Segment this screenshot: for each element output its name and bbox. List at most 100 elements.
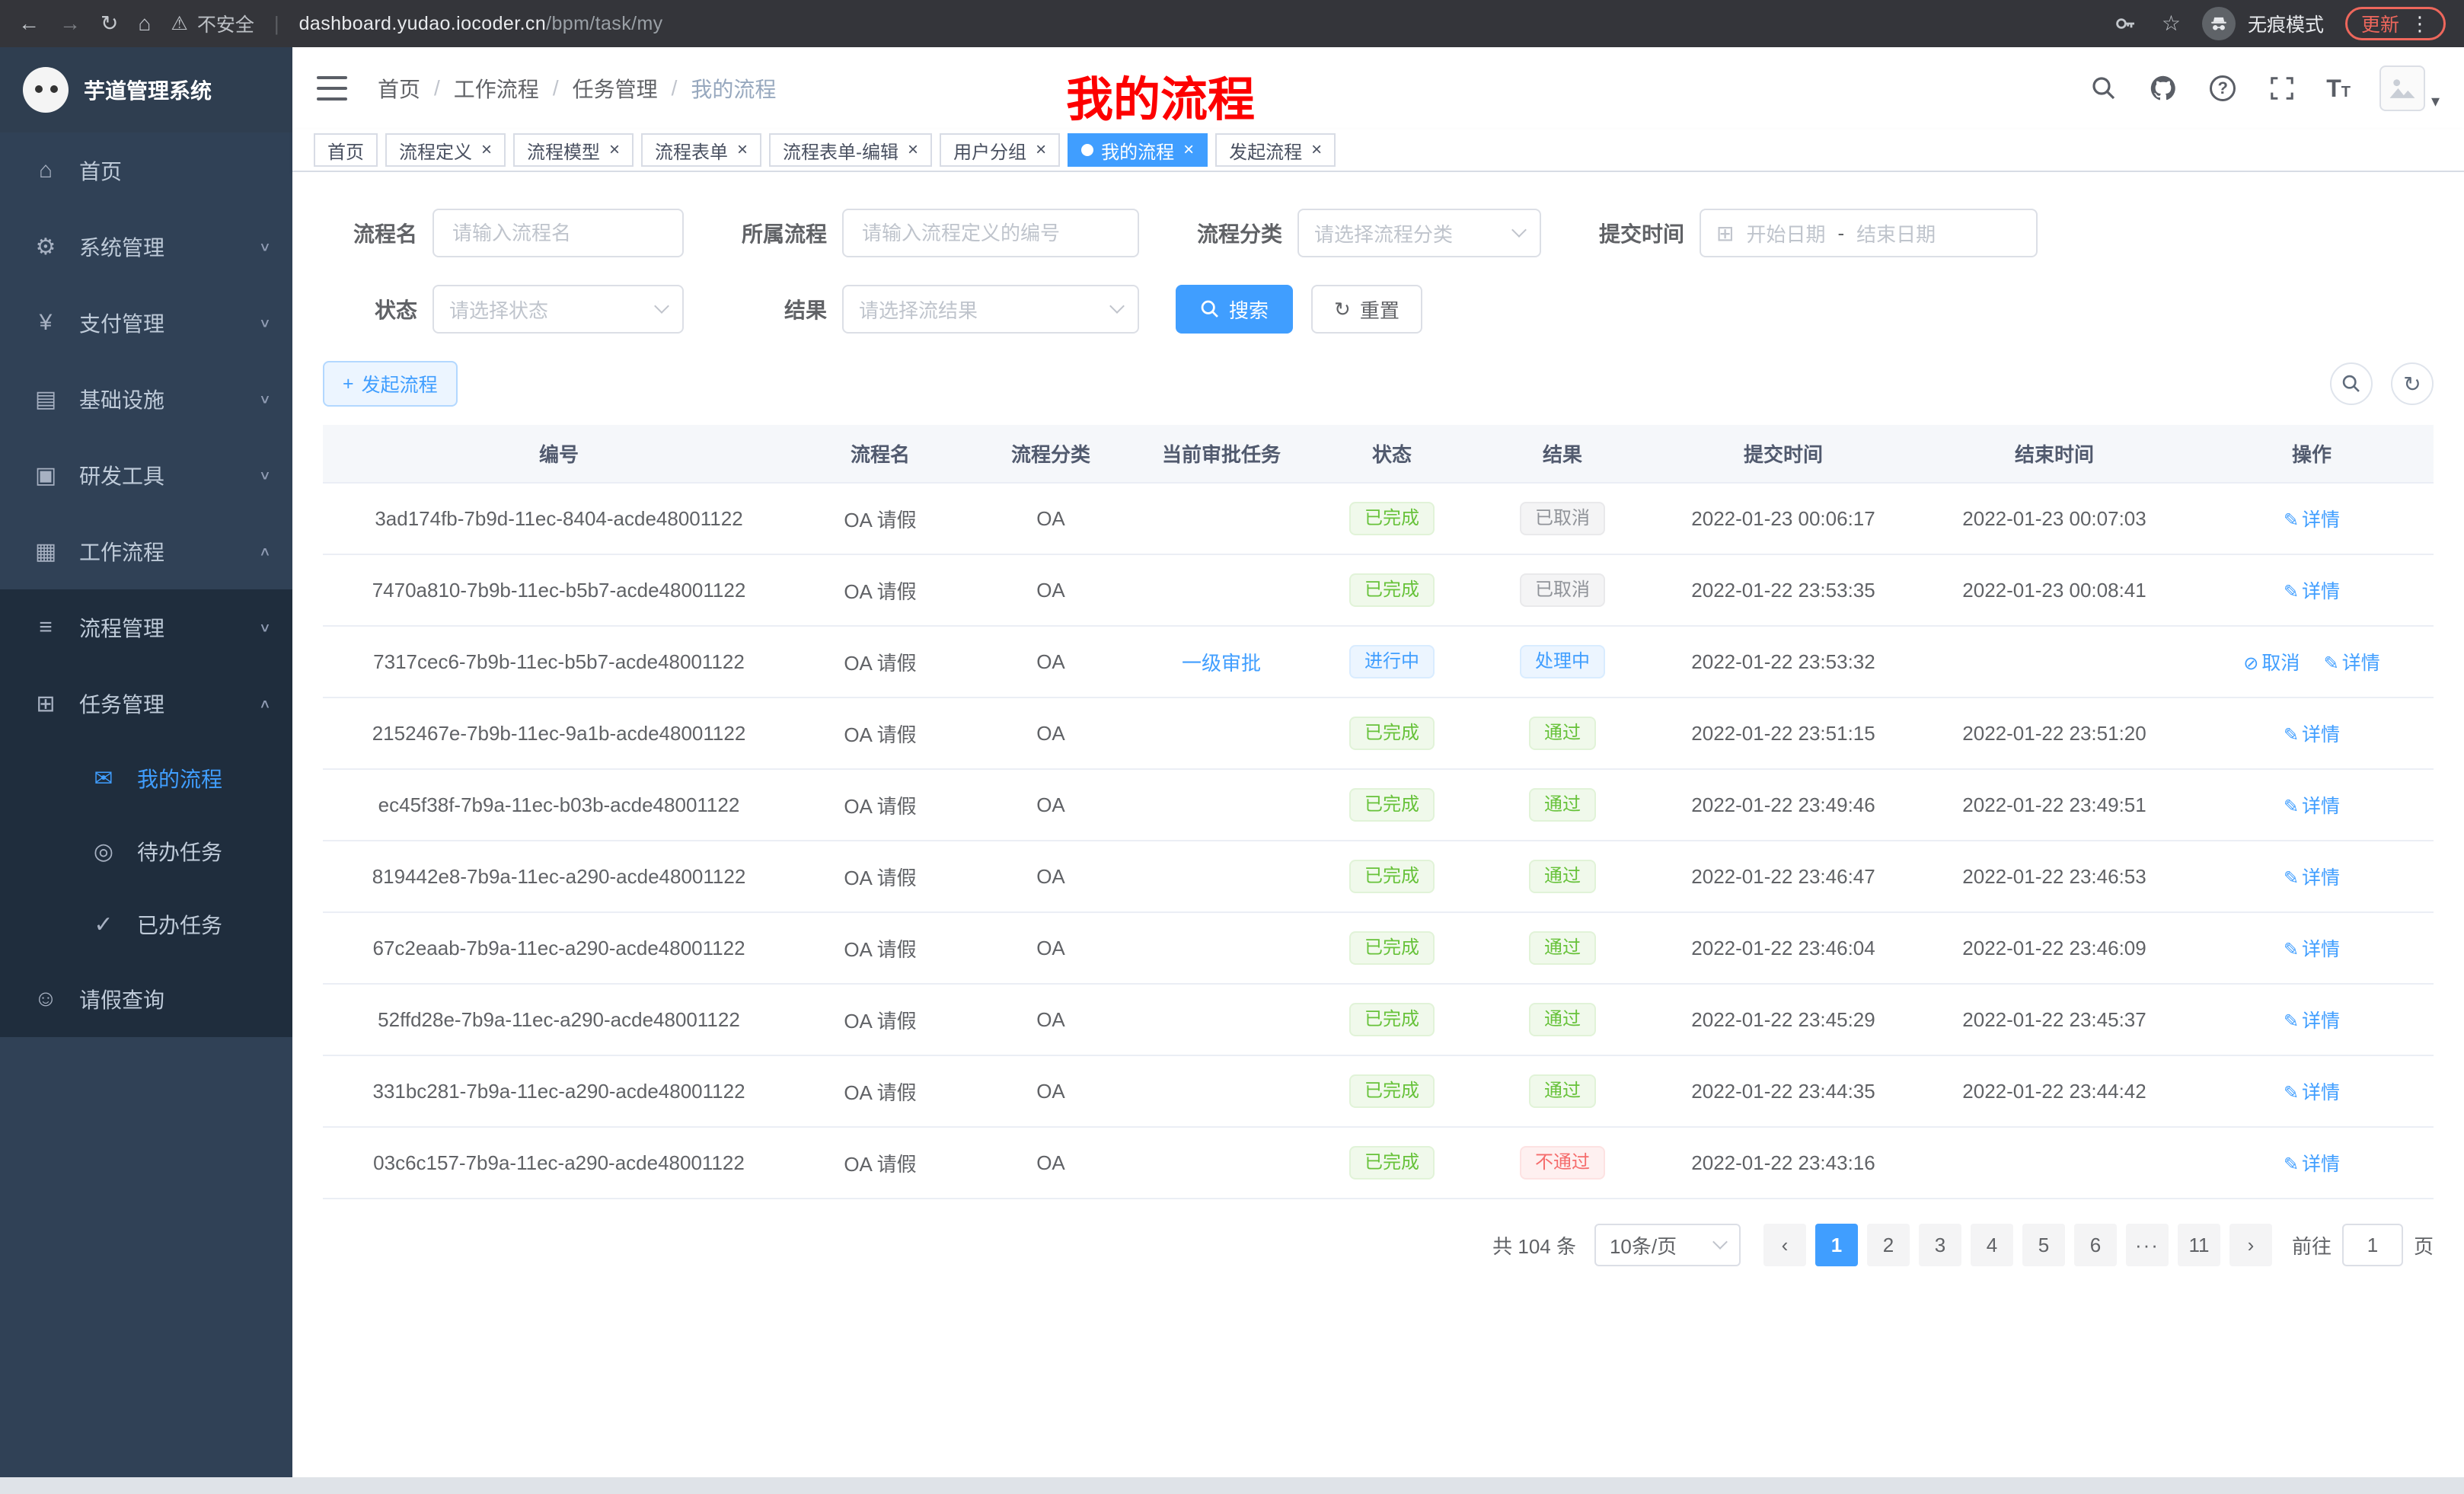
cell-id: ec45f38f-7b9a-11ec-b03b-acde48001122 [323, 769, 795, 841]
browser-menu-icon[interactable]: ⋮ [2410, 12, 2430, 36]
sidebar-menu-item[interactable]: ¥ 支付管理 ∨ [0, 285, 292, 361]
password-key-icon[interactable] [2110, 8, 2140, 39]
status-select[interactable]: 请选择状态 [432, 285, 684, 334]
date-range-picker[interactable]: ⊞ 开始日期 - 结束日期 [1700, 209, 2038, 257]
view-tab[interactable]: 流程模型 × [513, 133, 634, 167]
view-tab[interactable]: 用户分组 × [940, 133, 1060, 167]
cell-submit-time: 2022-01-22 23:51:15 [1648, 698, 1919, 769]
status-badge: 已完成 [1349, 931, 1435, 965]
sidebar-menu-item[interactable]: ⚙ 系统管理 ∨ [0, 209, 292, 285]
address-bar[interactable]: dashboard.yudao.iocoder.cn/bpm/task/my [299, 13, 663, 35]
process-key-input[interactable] [842, 209, 1139, 257]
browser-forward-icon[interactable]: → [59, 13, 81, 34]
detail-link[interactable]: ✎详情 [2284, 1010, 2340, 1032]
browser-home-icon[interactable]: ⌂ [138, 13, 151, 34]
close-icon[interactable]: × [737, 141, 748, 159]
view-tab[interactable]: 流程表单-编辑 × [769, 133, 932, 167]
cell-category: OA [965, 483, 1136, 554]
detail-link[interactable]: ✎详情 [2284, 1154, 2340, 1175]
sidebar-menu-item[interactable]: ▦ 工作流程 ∧ [0, 513, 292, 589]
sidebar-menu-item[interactable]: ⌂ 首页 [0, 132, 292, 209]
header-search-icon[interactable] [2089, 73, 2119, 104]
sidebar-toggle-icon[interactable] [317, 76, 347, 101]
detail-link[interactable]: ✎详情 [2284, 724, 2340, 745]
close-icon[interactable]: × [1036, 141, 1046, 159]
page-button[interactable]: 6 [2074, 1224, 2117, 1266]
close-icon[interactable]: × [481, 141, 492, 159]
page-button[interactable]: 5 [2022, 1224, 2065, 1266]
reset-button-label: 重置 [1360, 295, 1400, 324]
page-button[interactable]: 1 [1815, 1224, 1858, 1266]
tab-label: 流程模型 [527, 137, 600, 164]
fullscreen-icon[interactable] [2267, 73, 2297, 104]
cell-actions: ✎详情 [2190, 912, 2434, 984]
app-logo: 芋道管理系统 [0, 47, 292, 132]
bookmark-star-icon[interactable]: ☆ [2162, 13, 2181, 34]
jump-page-input[interactable] [2342, 1224, 2403, 1266]
sidebar-submenu-item[interactable]: ⊞ 任务管理 ∧ [0, 666, 292, 742]
sidebar-submenu-item[interactable]: ≡ 流程管理 ∨ [0, 589, 292, 666]
view-tab[interactable]: 发起流程 × [1215, 133, 1336, 167]
search-button[interactable]: 搜索 [1176, 285, 1293, 334]
detail-link[interactable]: ✎详情 [2324, 653, 2380, 674]
detail-link[interactable]: ✎详情 [2284, 867, 2340, 889]
reset-button[interactable]: ↻ 重置 [1311, 285, 1422, 334]
close-icon[interactable]: × [908, 141, 918, 159]
toggle-search-icon[interactable] [2330, 362, 2373, 405]
cell-submit-time: 2022-01-22 23:49:46 [1648, 769, 1919, 841]
detail-link[interactable]: ✎详情 [2284, 581, 2340, 602]
detail-link[interactable]: ✎详情 [2284, 1082, 2340, 1103]
sidebar-task-item[interactable]: ◎ 待办任务 [0, 815, 292, 888]
cell-end-time: 2022-01-22 23:49:51 [1919, 769, 2190, 841]
prev-page-button[interactable]: ‹ [1763, 1224, 1806, 1266]
sidebar-submenu-item[interactable]: ☺ 请假查询 [0, 961, 292, 1037]
view-tab[interactable]: 流程表单 × [641, 133, 761, 167]
cell-submit-time: 2022-01-22 23:44:35 [1648, 1055, 1919, 1127]
detail-link[interactable]: ✎详情 [2284, 796, 2340, 817]
edit-icon: ✎ [2284, 725, 2299, 745]
next-page-button[interactable]: › [2229, 1224, 2272, 1266]
view-tab[interactable]: 我的流程 × [1068, 133, 1208, 167]
font-size-icon[interactable]: TT [2326, 75, 2351, 103]
refresh-table-icon[interactable]: ↻ [2391, 362, 2434, 405]
process-name-input[interactable] [432, 209, 684, 257]
page-size-select[interactable]: 10条/页 [1594, 1224, 1741, 1266]
sidebar-menu-item[interactable]: ▤ 基础设施 ∨ [0, 361, 292, 437]
close-icon[interactable]: × [1311, 141, 1322, 159]
breadcrumb-item[interactable]: 首页 [378, 73, 420, 104]
breadcrumb-item[interactable]: 任务管理 [573, 73, 658, 104]
refresh-icon: ↻ [1334, 298, 1351, 321]
detail-link[interactable]: ✎详情 [2284, 939, 2340, 960]
user-avatar-menu[interactable]: ▾ [2379, 65, 2440, 111]
site-security-indicator[interactable]: ⚠ 不安全 [171, 10, 254, 37]
cell-current-task [1136, 1055, 1307, 1127]
status-badge: 已完成 [1349, 860, 1435, 893]
help-icon[interactable]: ? [2207, 73, 2238, 104]
start-process-button[interactable]: + 发起流程 [323, 361, 458, 407]
detail-link[interactable]: ✎详情 [2284, 509, 2340, 531]
browser-reload-icon[interactable]: ↻ [101, 13, 118, 34]
page-button[interactable]: 3 [1919, 1224, 1961, 1266]
breadcrumb-item[interactable]: 我的流程 [691, 73, 776, 104]
sidebar-menu-item[interactable]: ▣ 研发工具 ∨ [0, 437, 292, 513]
menu-item-icon: ▤ [30, 386, 61, 413]
close-icon[interactable]: × [1183, 141, 1194, 159]
result-select[interactable]: 请选择流结果 [842, 285, 1139, 334]
browser-update-button[interactable]: 更新 ⋮ [2345, 7, 2446, 40]
page-button[interactable]: 2 [1867, 1224, 1910, 1266]
page-button[interactable]: 11 [2178, 1224, 2220, 1266]
sidebar-task-item[interactable]: ✉ 我的流程 [0, 742, 292, 815]
current-task-link[interactable]: 一级审批 [1182, 652, 1261, 675]
breadcrumb-item[interactable]: 工作流程 [454, 73, 539, 104]
page-button[interactable]: 4 [1971, 1224, 2013, 1266]
category-select[interactable]: 请选择流程分类 [1297, 209, 1541, 257]
view-tab[interactable]: 流程定义 × [385, 133, 506, 167]
github-icon[interactable] [2148, 73, 2178, 104]
cancel-link[interactable]: ⊘取消 [2243, 653, 2300, 674]
page-button[interactable]: ··· [2126, 1224, 2169, 1266]
app-title: 芋道管理系统 [84, 75, 212, 105]
close-icon[interactable]: × [609, 141, 620, 159]
sidebar-task-item[interactable]: ✓ 已办任务 [0, 888, 292, 961]
browser-back-icon[interactable]: ← [18, 13, 40, 34]
view-tab[interactable]: 首页 [314, 133, 378, 167]
